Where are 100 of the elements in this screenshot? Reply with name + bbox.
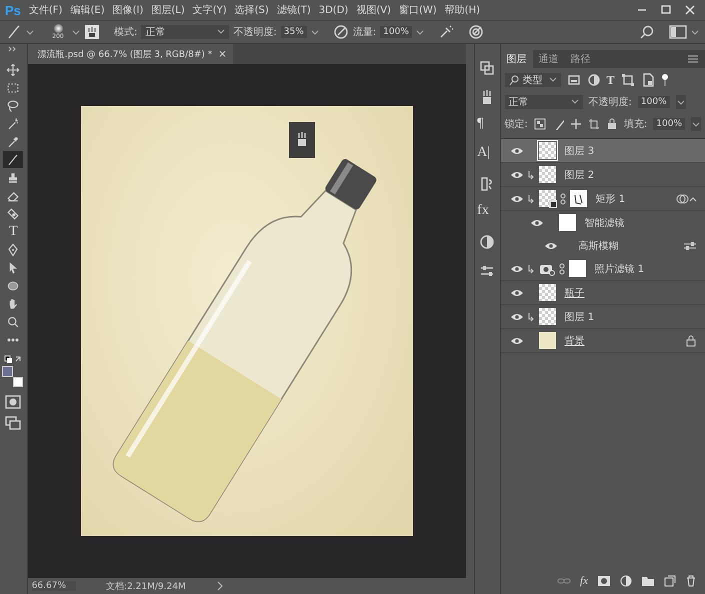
- layer-row[interactable]: 图层 1: [500, 305, 705, 329]
- panel-tab[interactable]: 路径: [564, 50, 597, 68]
- filter-dropdown[interactable]: 类型: [504, 73, 561, 87]
- filter-options-icon[interactable]: [683, 240, 697, 250]
- flow-field[interactable]: 100%: [380, 26, 412, 38]
- menu-item[interactable]: 视图(V): [356, 3, 391, 17]
- type-filter-icon[interactable]: T: [606, 72, 615, 88]
- eye-icon[interactable]: [542, 240, 559, 250]
- eye-icon[interactable]: [508, 170, 525, 180]
- mode-dropdown[interactable]: 正常: [141, 25, 230, 39]
- layer-row[interactable]: 背景: [500, 329, 705, 353]
- brush-icon[interactable]: [6, 24, 22, 40]
- text-tool-icon: T: [9, 224, 18, 240]
- add-mask-icon[interactable]: [597, 575, 611, 587]
- panel-glyph-icon[interactable]: fx: [477, 203, 498, 223]
- new-layer-icon[interactable]: [664, 575, 676, 587]
- eye-icon[interactable]: [508, 264, 525, 274]
- background-color-swatch[interactable]: [13, 377, 24, 387]
- smart-object-badge-icon: [548, 200, 557, 208]
- menu-item[interactable]: 编辑(E): [70, 3, 105, 17]
- quick-mask-icon[interactable]: [5, 395, 22, 409]
- layer-style-button[interactable]: fx: [580, 575, 588, 587]
- opacity-label: 不透明度:: [233, 26, 277, 39]
- fill-field[interactable]: 100%: [653, 118, 685, 130]
- lock-icon[interactable]: [606, 118, 618, 130]
- panel-menu-icon[interactable]: [687, 54, 699, 64]
- eye-icon[interactable]: [508, 336, 525, 346]
- eye-icon[interactable]: [508, 194, 525, 204]
- lock-artboard-icon[interactable]: [588, 118, 600, 130]
- menu-item[interactable]: 选择(S): [234, 3, 269, 17]
- menu-item[interactable]: 文件(F): [28, 3, 62, 17]
- filter-toggle-icon[interactable]: [660, 73, 669, 87]
- chevron-right-icon[interactable]: [216, 581, 224, 591]
- layer-row[interactable]: 矩形 1: [500, 187, 705, 211]
- blend-mode-dropdown[interactable]: 正常: [504, 95, 583, 109]
- screen-mode-icon[interactable]: [5, 416, 22, 430]
- opacity-field[interactable]: 35%: [280, 26, 307, 38]
- brush-panel-icon[interactable]: [84, 24, 100, 40]
- close-icon[interactable]: [683, 4, 697, 16]
- layer-row[interactable]: 图层 3: [500, 139, 705, 163]
- layer-thumbnail: [538, 332, 556, 349]
- more-icon: [6, 338, 20, 342]
- workspace-icon[interactable]: [669, 24, 687, 40]
- lock-icon[interactable]: [685, 334, 697, 346]
- filter-row[interactable]: 高斯模糊: [500, 234, 705, 257]
- panel-tab[interactable]: 图层: [500, 50, 533, 68]
- eye-icon[interactable]: [508, 312, 525, 322]
- menu-item[interactable]: 3D(D): [318, 4, 348, 16]
- layer-opacity-field[interactable]: 100%: [638, 96, 670, 108]
- eye-icon[interactable]: [508, 288, 525, 298]
- layer-name: 图层 3: [564, 144, 594, 158]
- collapse-icon[interactable]: [8, 46, 18, 52]
- smart-filters-icon[interactable]: [675, 192, 697, 204]
- panel-glyph-icon[interactable]: ¶: [477, 116, 498, 136]
- menu-item[interactable]: 图层(L): [151, 3, 185, 17]
- menu-item[interactable]: 图像(I): [112, 3, 144, 17]
- chain-link-icon: [558, 262, 565, 274]
- adjustment-filter-icon[interactable]: [586, 73, 601, 87]
- maximize-icon[interactable]: [659, 4, 673, 16]
- filter-name: 高斯模糊: [578, 240, 619, 252]
- search-icon[interactable]: [639, 24, 655, 40]
- layer-thumbnail: [538, 166, 556, 183]
- document-tab[interactable]: 漂流瓶.psd @ 66.7% (图层 3, RGB/8#) *: [28, 44, 218, 64]
- adjustment-circle-icon[interactable]: [620, 575, 632, 587]
- layer-row[interactable]: 瓶子: [500, 281, 705, 305]
- menu-item[interactable]: 窗口(W): [398, 3, 437, 17]
- folder-icon[interactable]: [641, 575, 655, 587]
- smart-object-filter-icon[interactable]: [640, 73, 655, 87]
- default-colors-icon[interactable]: [4, 355, 22, 365]
- menu-item[interactable]: 滤镜(T): [276, 3, 311, 17]
- panel-tab[interactable]: 通道: [532, 50, 565, 68]
- eye-icon[interactable]: [508, 146, 525, 156]
- panel-glyph-icon[interactable]: A|: [477, 145, 498, 165]
- menu-item[interactable]: 帮助(H): [444, 3, 480, 17]
- menu-item[interactable]: 文字(Y): [192, 3, 227, 17]
- zoom-level[interactable]: 66.67%: [32, 581, 76, 591]
- pressure-opacity-icon[interactable]: [332, 24, 349, 40]
- layer-name: 智能滤镜: [584, 216, 625, 230]
- layer-thumbnail: [538, 142, 556, 159]
- lock-pixels-icon[interactable]: [534, 118, 546, 130]
- shape-filter-icon[interactable]: [620, 73, 635, 87]
- pixel-filter-icon[interactable]: [566, 73, 581, 87]
- trash-icon[interactable]: [685, 575, 697, 587]
- layer-row[interactable]: 照片滤镜 1: [500, 257, 705, 281]
- foreground-color-swatch[interactable]: [2, 366, 14, 377]
- caret-icon[interactable]: [691, 117, 701, 131]
- tool-button[interactable]: T: [3, 223, 24, 240]
- flow-label: 流量:: [352, 26, 376, 39]
- filter-mask-thumbnail: [558, 214, 576, 231]
- mode-label: 模式:: [114, 26, 138, 39]
- smudge-icon: [5, 206, 22, 222]
- lock-position-icon[interactable]: [570, 118, 582, 130]
- tab-close-button[interactable]: ×: [218, 44, 233, 64]
- tool-button[interactable]: [3, 151, 24, 168]
- pressure-size-icon[interactable]: [468, 24, 484, 40]
- layer-name: 矩形 1: [596, 192, 626, 206]
- eye-icon[interactable]: [528, 218, 545, 228]
- caret-icon[interactable]: [676, 95, 686, 109]
- filter-row[interactable]: 智能滤镜: [500, 211, 705, 234]
- layer-row[interactable]: 图层 2: [500, 163, 705, 187]
